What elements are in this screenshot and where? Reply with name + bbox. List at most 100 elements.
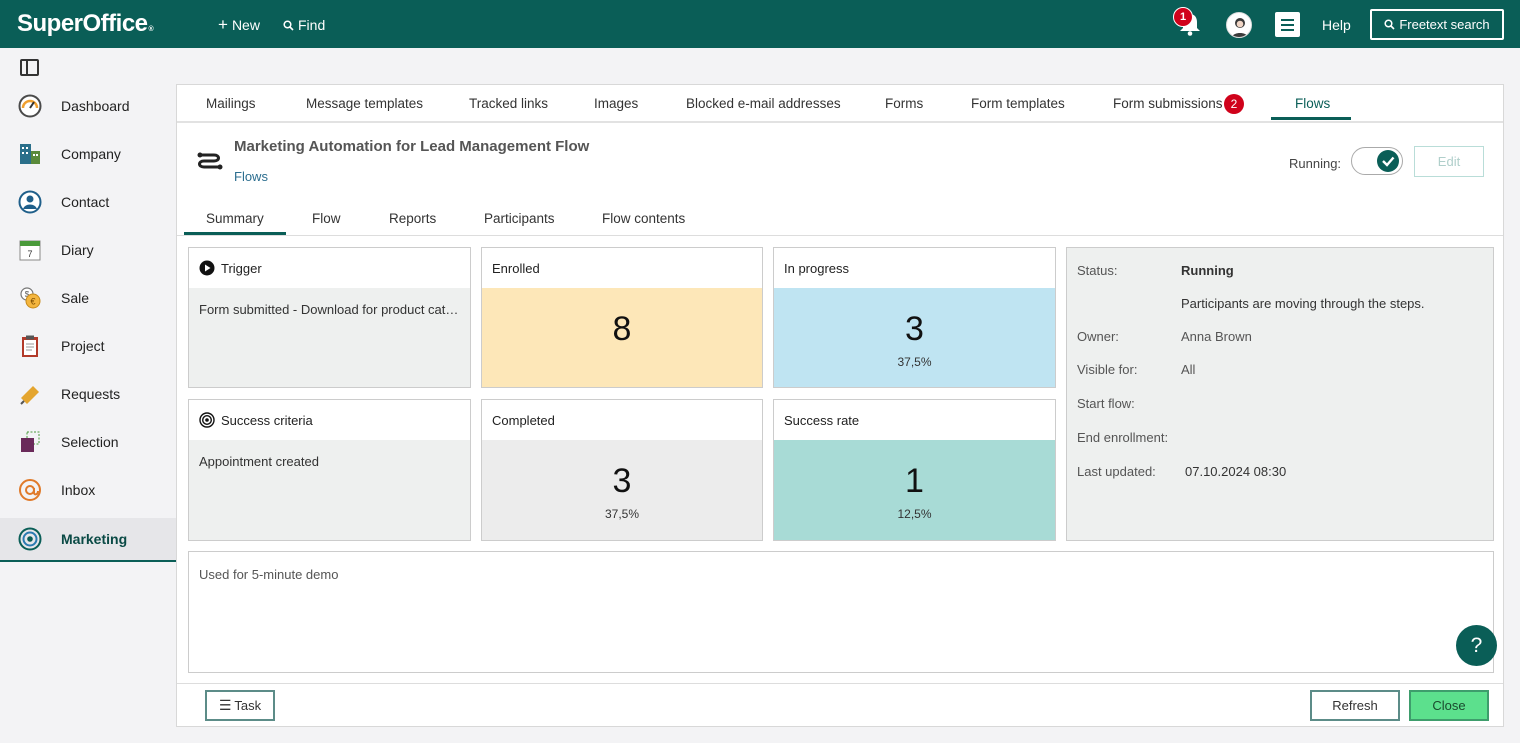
sidebar-collapse-icon[interactable] xyxy=(20,59,39,76)
sidebar-item-label: Project xyxy=(61,338,105,354)
success-criteria-text: Appointment created xyxy=(189,440,470,540)
sidebar-item-label: Selection xyxy=(61,434,119,450)
company-building-icon xyxy=(18,142,42,166)
sidebar-item-label: Diary xyxy=(61,242,94,258)
contact-person-icon xyxy=(18,190,42,214)
tab-form-submissions[interactable]: Form submissions xyxy=(1113,96,1223,111)
dashboard-gauge-icon xyxy=(18,94,42,118)
completed-card[interactable]: Completed 3 37,5% xyxy=(481,399,763,541)
sidebar-item-project[interactable]: Project xyxy=(0,324,176,368)
marketing-tabs: Mailings Message templates Tracked links… xyxy=(177,85,1503,123)
sidebar-item-selection[interactable]: Selection xyxy=(0,420,176,464)
sidebar-item-label: Company xyxy=(61,146,121,162)
sidebar-item-label: Sale xyxy=(61,290,90,306)
owner-label: Owner: xyxy=(1077,329,1119,344)
superoffice-logo[interactable]: SuperOffice® xyxy=(17,10,154,38)
success-criteria-card: Success criteria Appointment created xyxy=(188,399,471,541)
sidebar-item-label: Marketing xyxy=(61,531,128,547)
subtab-summary[interactable]: Summary xyxy=(206,211,264,226)
tab-tracked-links[interactable]: Tracked links xyxy=(469,96,548,111)
sidebar-item-label: Requests xyxy=(61,386,121,402)
in-progress-percent: 37,5% xyxy=(897,355,932,369)
sidebar-item-marketing[interactable]: Marketing xyxy=(0,518,176,562)
task-button[interactable]: ☰ Task xyxy=(205,690,275,721)
tab-mailings[interactable]: Mailings xyxy=(206,96,256,111)
sidebar-item-label: Inbox xyxy=(61,482,96,498)
sidebar-item-requests[interactable]: Requests xyxy=(0,372,176,416)
requests-ticket-icon xyxy=(18,382,42,406)
completed-value: 3 xyxy=(612,462,632,500)
search-icon xyxy=(283,19,294,31)
find-button[interactable]: Find xyxy=(283,17,325,33)
success-rate-card[interactable]: Success rate 1 12,5% xyxy=(773,399,1056,541)
last-updated-value: 07.10.2024 08:30 xyxy=(1185,464,1287,479)
target-icon xyxy=(199,412,215,428)
top-bar: SuperOffice® + New Find 1 Help Freetext … xyxy=(0,0,1520,48)
inbox-at-icon xyxy=(18,478,42,502)
freetext-search-button[interactable]: Freetext search xyxy=(1370,9,1504,40)
success-rate-value: 1 xyxy=(905,462,924,500)
flow-icon xyxy=(197,152,223,170)
description-notes[interactable]: Used for 5-minute demo xyxy=(188,551,1494,673)
search-icon xyxy=(1384,19,1395,30)
tab-images[interactable]: Images xyxy=(594,96,638,111)
footer-divider xyxy=(177,683,1503,684)
toggle-knob xyxy=(1377,150,1399,172)
tab-flows[interactable]: Flows xyxy=(1295,96,1330,111)
sidebar: Dashboard Company Contact 7 Diary $ € Sal… xyxy=(0,48,176,743)
close-button[interactable]: Close xyxy=(1409,690,1489,721)
sidebar-item-diary[interactable]: 7 Diary xyxy=(0,228,176,272)
main-menu-button[interactable] xyxy=(1275,12,1300,37)
svg-text:€: € xyxy=(30,297,35,307)
success-rate-percent: 12,5% xyxy=(897,507,932,521)
end-enrollment-label: End enrollment: xyxy=(1077,430,1169,445)
form-submissions-badge: 2 xyxy=(1224,94,1244,114)
in-progress-value: 3 xyxy=(905,310,924,348)
success-criteria-title: Success criteria xyxy=(221,412,313,428)
active-tab-indicator xyxy=(1271,117,1351,120)
active-subtab-indicator xyxy=(184,232,286,235)
edit-button[interactable]: Edit xyxy=(1414,146,1484,177)
tab-forms[interactable]: Forms xyxy=(885,96,923,111)
trigger-text: Form submitted - Download for product ca… xyxy=(189,288,470,387)
find-label: Find xyxy=(298,17,326,33)
flow-title: Marketing Automation for Lead Management… xyxy=(234,138,590,155)
list-icon: ☰ xyxy=(218,697,232,713)
new-button[interactable]: + New xyxy=(218,16,260,33)
sale-coins-icon: $ € xyxy=(18,286,42,310)
running-toggle[interactable] xyxy=(1351,147,1403,175)
sidebar-item-contact[interactable]: Contact xyxy=(0,180,176,224)
selection-icon xyxy=(18,430,42,454)
subtab-reports[interactable]: Reports xyxy=(389,211,436,226)
owner-value: Anna Brown xyxy=(1181,329,1252,344)
tab-blocked-email-addresses[interactable]: Blocked e-mail addresses xyxy=(686,96,841,111)
visible-for-label: Visible for: xyxy=(1077,362,1138,377)
sidebar-item-label: Dashboard xyxy=(61,98,130,114)
marketing-target-icon xyxy=(18,527,42,551)
help-button[interactable]: ? xyxy=(1456,625,1497,666)
breadcrumb-flows-link[interactable]: Flows xyxy=(234,169,268,184)
sidebar-item-inbox[interactable]: Inbox xyxy=(0,468,176,512)
subtab-flow[interactable]: Flow xyxy=(312,211,341,226)
refresh-button[interactable]: Refresh xyxy=(1310,690,1400,721)
subtab-flow-contents[interactable]: Flow contents xyxy=(602,211,685,226)
sidebar-item-company[interactable]: Company xyxy=(0,132,176,176)
sidebar-item-dashboard[interactable]: Dashboard xyxy=(0,84,176,128)
subtab-participants[interactable]: Participants xyxy=(484,211,555,226)
tab-form-templates[interactable]: Form templates xyxy=(971,96,1065,111)
in-progress-card[interactable]: In progress 3 37,5% xyxy=(773,247,1056,388)
enrolled-body: 8 xyxy=(482,288,762,387)
tab-message-templates[interactable]: Message templates xyxy=(306,96,423,111)
svg-text:7: 7 xyxy=(27,249,32,259)
flow-subtabs: Summary Flow Reports Participants Flow c… xyxy=(177,203,1503,236)
diary-calendar-icon: 7 xyxy=(18,238,42,262)
user-avatar[interactable] xyxy=(1226,12,1252,38)
checkmark-icon xyxy=(1382,156,1395,167)
enrolled-card[interactable]: Enrolled 8 xyxy=(481,247,763,388)
sidebar-item-sale[interactable]: $ € Sale xyxy=(0,276,176,320)
trigger-title: Trigger xyxy=(221,260,262,276)
new-label: New xyxy=(231,17,260,33)
sidebar-item-label: Contact xyxy=(61,194,110,210)
help-link[interactable]: Help xyxy=(1322,17,1351,33)
avatar-person-icon xyxy=(1231,18,1249,37)
